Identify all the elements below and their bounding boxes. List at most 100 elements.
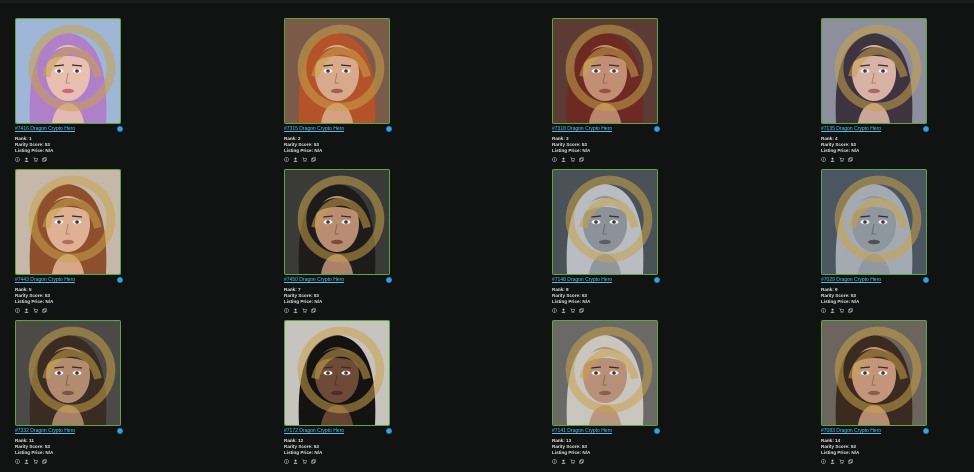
copy-icon[interactable]	[311, 307, 316, 313]
hero-card[interactable]: #7029 Dragon Crypto Hero Rank: 9 Rarity …	[821, 169, 933, 313]
info-icon[interactable]	[821, 156, 826, 162]
hero-name-link[interactable]: #7148 Dragon Crypto Hero	[552, 277, 612, 284]
hero-thumbnail[interactable]	[552, 169, 658, 275]
hero-thumbnail[interactable]	[821, 320, 927, 426]
copy-icon[interactable]	[311, 156, 316, 162]
hero-name-link[interactable]: #7172 Dragon Crypto Hero	[284, 428, 344, 435]
hero-name-link[interactable]: #7141 Dragon Crypto Hero	[552, 428, 612, 435]
profile-icon[interactable]	[293, 157, 298, 162]
verified-badge-icon	[923, 277, 929, 283]
info-icon[interactable]	[552, 156, 557, 162]
cart-icon[interactable]	[302, 157, 307, 162]
copy-icon[interactable]	[579, 307, 584, 313]
hero-name-link[interactable]: #7083 Dragon Crypto Hero	[821, 428, 881, 435]
info-icon[interactable]	[284, 156, 289, 162]
profile-icon[interactable]	[293, 459, 298, 464]
hero-card[interactable]: #7135 Dragon Crypto Hero Rank: 4 Rarity …	[821, 18, 933, 162]
hero-listing-price: Listing Price: N/A	[15, 148, 54, 154]
hero-thumbnail[interactable]	[15, 320, 121, 426]
cart-icon[interactable]	[839, 459, 844, 464]
profile-icon[interactable]	[293, 308, 298, 313]
profile-icon[interactable]	[830, 459, 835, 464]
hero-listing-price: Listing Price: N/A	[15, 450, 54, 456]
hero-thumbnail[interactable]	[552, 18, 658, 124]
info-icon[interactable]	[284, 307, 289, 313]
hero-card[interactable]: #7318 Dragon Crypto Hero Rank: 3 Rarity …	[552, 18, 664, 162]
verified-badge-icon	[386, 126, 392, 132]
dragon-crest-watermark-icon	[565, 24, 653, 112]
info-icon[interactable]	[821, 307, 826, 313]
hero-thumbnail[interactable]	[15, 169, 121, 275]
profile-icon[interactable]	[24, 157, 29, 162]
profile-icon[interactable]	[561, 308, 566, 313]
hero-name-link[interactable]: #7450 Dragon Crypto Hero	[284, 277, 344, 284]
profile-icon[interactable]	[24, 459, 29, 464]
copy-icon[interactable]	[42, 307, 47, 313]
hero-listing-price: Listing Price: N/A	[821, 148, 860, 154]
hero-thumbnail[interactable]	[284, 18, 390, 124]
cart-icon[interactable]	[302, 308, 307, 313]
hero-actions	[15, 156, 127, 162]
hero-card[interactable]: #7332 Dragon Crypto Hero Rank: 11 Rarity…	[15, 320, 127, 464]
hero-meta: Rank: 3 Rarity Score: 53 Listing Price: …	[552, 136, 664, 155]
hero-name-row: #7135 Dragon Crypto Hero	[821, 126, 929, 135]
hero-card[interactable]: #7416 Dragon Crypto Hero Rank: 1 Rarity …	[15, 18, 127, 162]
info-icon[interactable]	[15, 307, 20, 313]
hero-card[interactable]: #7450 Dragon Crypto Hero Rank: 7 Rarity …	[284, 169, 396, 313]
hero-card[interactable]: #7148 Dragon Crypto Hero Rank: 8 Rarity …	[552, 169, 664, 313]
hero-card[interactable]: #7172 Dragon Crypto Hero Rank: 12 Rarity…	[284, 320, 396, 464]
hero-name-row: #7318 Dragon Crypto Hero	[552, 126, 660, 135]
hero-card[interactable]: #7083 Dragon Crypto Hero Rank: 14 Rarity…	[821, 320, 933, 464]
hero-thumbnail[interactable]	[821, 18, 927, 124]
hero-card[interactable]: #7315 Dragon Crypto Hero Rank: 2 Rarity …	[284, 18, 396, 162]
copy-icon[interactable]	[848, 458, 853, 464]
profile-icon[interactable]	[830, 308, 835, 313]
cart-icon[interactable]	[302, 459, 307, 464]
hero-thumbnail[interactable]	[284, 169, 390, 275]
cart-icon[interactable]	[839, 157, 844, 162]
cart-icon[interactable]	[33, 459, 38, 464]
info-icon[interactable]	[552, 458, 557, 464]
hero-thumbnail[interactable]	[15, 18, 121, 124]
copy-icon[interactable]	[42, 156, 47, 162]
hero-meta: Rank: 8 Rarity Score: 53 Listing Price: …	[552, 287, 664, 306]
copy-icon[interactable]	[579, 156, 584, 162]
copy-icon[interactable]	[579, 458, 584, 464]
hero-name-link[interactable]: #7443 Dragon Crypto Hero	[15, 277, 75, 284]
info-icon[interactable]	[15, 156, 20, 162]
copy-icon[interactable]	[311, 458, 316, 464]
hero-actions	[821, 307, 933, 313]
cart-icon[interactable]	[839, 308, 844, 313]
cart-icon[interactable]	[570, 459, 575, 464]
dragon-crest-watermark-icon	[28, 326, 116, 414]
hero-name-link[interactable]: #7315 Dragon Crypto Hero	[284, 126, 344, 133]
hero-meta: Rank: 9 Rarity Score: 53 Listing Price: …	[821, 287, 933, 306]
hero-thumbnail[interactable]	[284, 320, 390, 426]
hero-meta: Rank: 5 Rarity Score: 53 Listing Price: …	[15, 287, 127, 306]
copy-icon[interactable]	[42, 458, 47, 464]
cart-icon[interactable]	[570, 157, 575, 162]
cart-icon[interactable]	[33, 308, 38, 313]
hero-card[interactable]: #7141 Dragon Crypto Hero Rank: 13 Rarity…	[552, 320, 664, 464]
hero-name-link[interactable]: #7332 Dragon Crypto Hero	[15, 428, 75, 435]
cart-icon[interactable]	[570, 308, 575, 313]
hero-name-link[interactable]: #7029 Dragon Crypto Hero	[821, 277, 881, 284]
hero-name-link[interactable]: #7416 Dragon Crypto Hero	[15, 126, 75, 133]
hero-name-link[interactable]: #7318 Dragon Crypto Hero	[552, 126, 612, 133]
info-icon[interactable]	[821, 458, 826, 464]
profile-icon[interactable]	[561, 157, 566, 162]
copy-icon[interactable]	[848, 307, 853, 313]
hero-thumbnail[interactable]	[821, 169, 927, 275]
hero-actions	[284, 307, 396, 313]
hero-name-link[interactable]: #7135 Dragon Crypto Hero	[821, 126, 881, 133]
cart-icon[interactable]	[33, 157, 38, 162]
profile-icon[interactable]	[561, 459, 566, 464]
hero-card[interactable]: #7443 Dragon Crypto Hero Rank: 5 Rarity …	[15, 169, 127, 313]
profile-icon[interactable]	[24, 308, 29, 313]
info-icon[interactable]	[15, 458, 20, 464]
profile-icon[interactable]	[830, 157, 835, 162]
info-icon[interactable]	[552, 307, 557, 313]
info-icon[interactable]	[284, 458, 289, 464]
copy-icon[interactable]	[848, 156, 853, 162]
hero-thumbnail[interactable]	[552, 320, 658, 426]
